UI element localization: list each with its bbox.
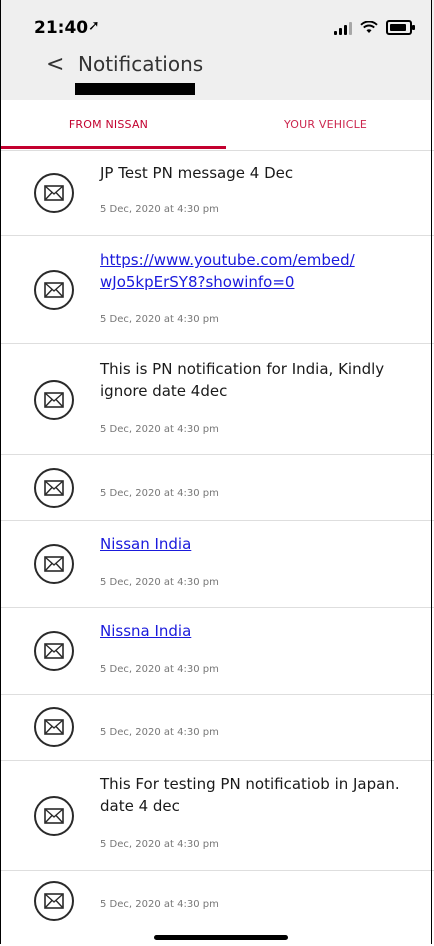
screen-frame: [0, 0, 432, 944]
